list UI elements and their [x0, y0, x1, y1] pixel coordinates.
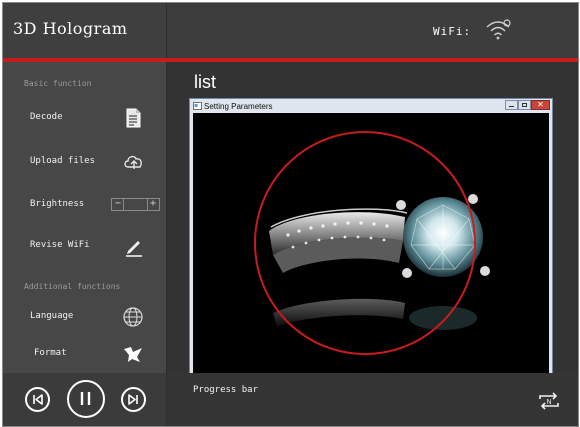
minimize-button[interactable]: [505, 100, 518, 110]
previous-icon: [33, 394, 43, 405]
sidebar-item-label: Revise WiFi: [30, 240, 90, 250]
diamond-ring-image: [193, 113, 549, 375]
setting-parameters-window: Setting Parameters ✕: [189, 98, 553, 378]
loop-mode-icon[interactable]: N: [536, 389, 562, 413]
window-title: Setting Parameters: [204, 102, 273, 111]
brightness-decrease-button[interactable]: −: [115, 198, 121, 210]
maximize-button[interactable]: [518, 100, 531, 110]
window-app-icon: [193, 102, 202, 110]
progress-bar-label: Progress bar: [193, 385, 259, 395]
sidebar: 3D Hologram Basic function Decode Upload…: [3, 3, 167, 426]
brand-bar: 3D Hologram: [3, 3, 166, 58]
sidebar-item-upload-files[interactable]: Upload files: [3, 147, 166, 177]
cloud-upload-icon: [124, 155, 142, 169]
close-button[interactable]: ✕: [531, 100, 550, 110]
hologram-app: 3D Hologram Basic function Decode Upload…: [2, 2, 579, 427]
sidebar-item-label: Upload files: [30, 156, 96, 166]
pause-icon: [80, 392, 91, 405]
close-icon: ✕: [537, 100, 544, 109]
format-brush-icon: [124, 347, 142, 362]
pause-button[interactable]: [67, 380, 105, 418]
brightness-increase-button[interactable]: +: [150, 198, 156, 210]
top-header: WiFi:: [167, 3, 578, 58]
sidebar-item-decode[interactable]: Decode: [3, 103, 166, 133]
sidebar-item-revise-wifi[interactable]: Revise WiFi: [3, 231, 166, 261]
sidebar-item-language[interactable]: Language: [3, 302, 166, 332]
globe-icon: [123, 307, 143, 327]
hologram-preview: [193, 113, 549, 375]
section-additional-functions: Additional functions: [24, 282, 121, 291]
sidebar-item-label: Language: [30, 311, 74, 321]
player-controls: [3, 373, 166, 426]
sidebar-item-brightness: Brightness − +: [3, 190, 166, 220]
sidebar-item-label: Brightness: [30, 199, 85, 209]
next-button[interactable]: [121, 387, 146, 412]
previous-button[interactable]: [25, 387, 50, 412]
next-icon: [128, 394, 138, 405]
sidebar-item-label: Decode: [30, 112, 63, 122]
loop-mode-badge: N: [546, 399, 551, 406]
wifi-label: WiFi:: [433, 25, 472, 38]
pencil-icon: [126, 241, 142, 257]
sidebar-item-label: Format: [34, 348, 67, 358]
app-title: 3D Hologram: [13, 19, 128, 38]
progress-footer: Progress bar N: [167, 373, 578, 426]
brightness-stepper[interactable]: − +: [111, 198, 160, 211]
section-basic-function: Basic function: [24, 79, 92, 88]
document-icon: [126, 108, 141, 128]
sidebar-item-format[interactable]: Format: [3, 339, 166, 369]
wifi-icon[interactable]: [483, 15, 513, 43]
list-title: list: [194, 72, 216, 92]
main-content: list Setting Parameters ✕: [167, 62, 578, 380]
